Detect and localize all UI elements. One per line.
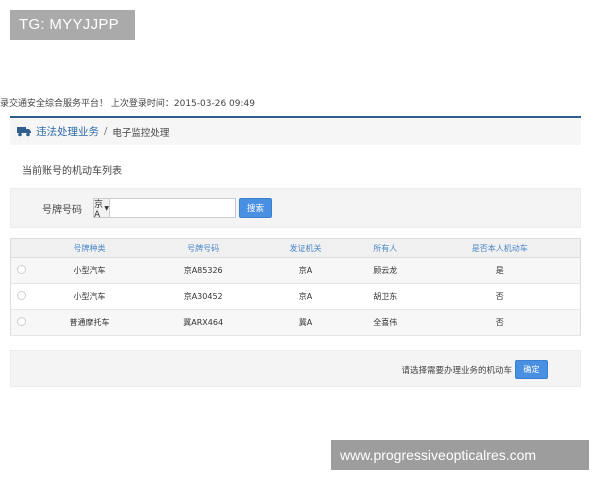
vehicle-table: 号牌种类 号牌号码 发证机关 所有人 是否本人机动车 小型汽车 京A85326 … (10, 238, 581, 336)
row-select-cell (10, 283, 33, 310)
cell-own: 否 (419, 309, 581, 336)
page-title: 当前账号的机动车列表 (22, 166, 122, 177)
row-radio[interactable] (17, 265, 27, 274)
cell-type: 小型汽车 (32, 257, 147, 284)
cell-own: 是 (419, 257, 581, 284)
cell-issuer: 京A (259, 283, 352, 310)
table-header-row: 号牌种类 号牌号码 发证机关 所有人 是否本人机动车 (10, 238, 581, 258)
cell-issuer: 冀A (259, 309, 352, 336)
table-header-plate: 号牌号码 (146, 238, 260, 258)
plate-prefix-value: 京A (94, 199, 104, 220)
plate-number-input[interactable] (110, 199, 235, 217)
cell-own: 否 (419, 283, 581, 310)
row-select-cell (10, 257, 33, 284)
breadcrumb-current: 电子监控处理 (112, 127, 170, 139)
tg-badge: TG: MYYJJPP (10, 10, 135, 40)
table-header-own: 是否本人机动车 (419, 238, 581, 258)
cell-owner: 顾云龙 (351, 257, 420, 284)
search-button[interactable]: 搜索 (239, 198, 272, 218)
table-header-select (10, 238, 33, 258)
plate-prefix-dropdown[interactable]: 京A ▼ (94, 199, 110, 220)
confirm-button[interactable]: 确定 (515, 360, 548, 379)
breadcrumb: 违法处理业务 / 电子监控处理 (10, 116, 581, 145)
breadcrumb-link-violation[interactable]: 违法处理业务 (36, 124, 99, 139)
breadcrumb-separator: / (104, 126, 108, 137)
row-radio[interactable] (17, 317, 27, 326)
table-header-issuer: 发证机关 (259, 238, 352, 258)
cell-issuer: 京A (259, 257, 352, 284)
table-row[interactable]: 普通摩托车 冀ARX464 冀A 全喜伟 否 (10, 309, 581, 336)
welcome-message: 录交通安全综合服务平台！ 上次登录时间：2015-03-26 09:49 (0, 99, 255, 109)
confirm-panel: 请选择需要办理业务的机动车 确定 (10, 350, 581, 387)
row-select-cell (10, 309, 33, 336)
caret-down-icon: ▼ (104, 204, 109, 212)
cell-plate: 京A85326 (146, 257, 260, 284)
plate-number-label: 号牌号码 (42, 205, 82, 216)
confirm-instruction: 请选择需要办理业务的机动车 (401, 366, 512, 376)
cell-plate: 京A30452 (146, 283, 260, 310)
row-radio[interactable] (17, 291, 27, 300)
cell-owner: 胡卫东 (351, 283, 420, 310)
cell-plate: 冀ARX464 (146, 309, 260, 336)
watermark: www.progressiveopticalres.com (331, 440, 589, 470)
cell-type: 小型汽车 (32, 283, 147, 310)
table-row[interactable]: 小型汽车 京A85326 京A 顾云龙 是 (10, 257, 581, 284)
table-header-owner: 所有人 (351, 238, 420, 258)
cell-owner: 全喜伟 (351, 309, 420, 336)
truck-icon (17, 126, 31, 137)
search-panel: 号牌号码 京A ▼ 搜索 (10, 188, 581, 228)
plate-search-combo: 京A ▼ (93, 198, 236, 220)
cell-type: 普通摩托车 (32, 309, 147, 336)
table-row[interactable]: 小型汽车 京A30452 京A 胡卫东 否 (10, 283, 581, 310)
table-header-type: 号牌种类 (32, 238, 147, 258)
